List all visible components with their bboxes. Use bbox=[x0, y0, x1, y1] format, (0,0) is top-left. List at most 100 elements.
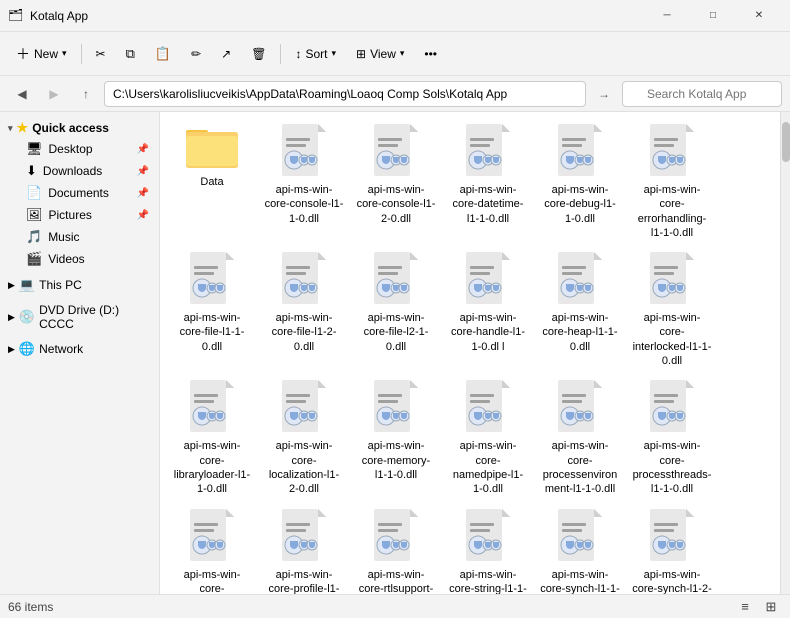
search-wrap: 🔍 bbox=[622, 81, 782, 107]
dll-file-icon bbox=[558, 509, 602, 564]
this-pc-icon: 💻 bbox=[19, 277, 35, 293]
file-name: api-ms-win-core-handle-l1-1-0.dl l bbox=[448, 311, 528, 354]
this-pc-text: This PC bbox=[39, 278, 82, 292]
cut-button[interactable]: ✂ bbox=[88, 43, 114, 65]
copy-button[interactable]: ⧉ bbox=[118, 42, 143, 66]
separator-1 bbox=[81, 44, 82, 64]
file-name: api-ms-win-core-processthreads-l1-1-1.dl… bbox=[172, 568, 252, 594]
sidebar-item-videos[interactable]: 🎬 Videos bbox=[2, 248, 157, 270]
minimize-button[interactable]: ─ bbox=[644, 0, 690, 32]
downloads-label: Downloads bbox=[43, 164, 102, 178]
file-item[interactable]: api-ms-win-core-debug-l1-1-0.dll bbox=[536, 120, 624, 244]
this-pc-chevron-icon: ▶ bbox=[8, 280, 15, 291]
quick-access-chevron-icon: ▾ bbox=[8, 123, 13, 134]
file-item[interactable]: api-ms-win-core-profile-l1-1-0.dll bbox=[260, 505, 348, 594]
app-icon: 🗂 bbox=[8, 8, 24, 24]
title-bar-title: Kotalq App bbox=[30, 9, 644, 23]
refresh-button[interactable]: → bbox=[590, 80, 618, 108]
new-label: New bbox=[34, 47, 58, 61]
file-item[interactable]: api-ms-win-core-synch-l1-1-0.dll bbox=[536, 505, 624, 594]
file-item[interactable]: api-ms-win-core-file-l1-1-0.dll bbox=[168, 248, 256, 372]
file-item[interactable]: api-ms-win-core-processthreads-l1-1-0.dl… bbox=[628, 376, 716, 500]
file-item[interactable]: api-ms-win-core-localization-l1-2-0.dll bbox=[260, 376, 348, 500]
file-name: api-ms-win-core-processenvironment-l1-1-… bbox=[540, 439, 620, 496]
up-button[interactable]: ↑ bbox=[72, 80, 100, 108]
file-name: api-ms-win-core-file-l1-1-0.dll bbox=[172, 311, 252, 354]
pictures-label: Pictures bbox=[49, 208, 92, 222]
dll-file-icon bbox=[374, 252, 418, 307]
dll-file-icon bbox=[650, 124, 694, 179]
file-name: api-ms-win-core-file-l2-1-0.dll bbox=[356, 311, 436, 354]
file-name: api-ms-win-core-console-l1-2-0.dll bbox=[356, 183, 436, 226]
file-item[interactable]: api-ms-win-core-console-l1-1-0.dll bbox=[260, 120, 348, 244]
sidebar-item-pictures[interactable]: 🖼 Pictures 📌 bbox=[2, 204, 157, 226]
close-button[interactable]: ✕ bbox=[736, 0, 782, 32]
file-item[interactable]: api-ms-win-core-processenvironment-l1-1-… bbox=[536, 376, 624, 500]
sidebar-item-music[interactable]: 🎵 Music bbox=[2, 226, 157, 248]
forward-button[interactable]: ▶ bbox=[40, 80, 68, 108]
dvd-text: DVD Drive (D:) CCCC bbox=[39, 303, 151, 331]
this-pc-label[interactable]: ▶ 💻 This PC bbox=[0, 274, 159, 296]
file-item[interactable]: api-ms-win-core-rtlsupport-l1-1-0.dll bbox=[352, 505, 440, 594]
file-name: api-ms-win-core-namedpipe-l1-1-0.dll bbox=[448, 439, 528, 496]
list-view-button[interactable]: ≡ bbox=[734, 596, 756, 618]
file-name: api-ms-win-core-console-l1-1-0.dll bbox=[264, 183, 344, 226]
file-item[interactable]: api-ms-win-core-synch-l1-2-0.dll bbox=[628, 505, 716, 594]
address-input[interactable] bbox=[104, 81, 586, 107]
dll-file-icon bbox=[558, 252, 602, 307]
share-button[interactable]: ↗ bbox=[213, 43, 239, 65]
sidebar-item-downloads[interactable]: ⬇ Downloads 📌 bbox=[2, 160, 157, 182]
sort-label: Sort bbox=[305, 47, 327, 61]
maximize-button[interactable]: □ bbox=[690, 0, 736, 32]
paste-icon: 📋 bbox=[155, 46, 171, 62]
file-name: api-ms-win-core-interlocked-l1-1-0.dll bbox=[632, 311, 712, 368]
file-name: api-ms-win-core-synch-l1-2-0.dll bbox=[632, 568, 712, 594]
paste-button[interactable]: 📋 bbox=[147, 42, 179, 66]
sidebar-item-desktop[interactable]: 🖥 Desktop 📌 bbox=[2, 138, 157, 160]
sort-button[interactable]: ↕ Sort ▾ bbox=[287, 43, 344, 65]
file-item[interactable]: api-ms-win-core-datetime-l1-1-0.dll bbox=[444, 120, 532, 244]
desktop-label: Desktop bbox=[49, 142, 93, 156]
tile-view-button[interactable]: ⊞ bbox=[760, 596, 782, 618]
file-item[interactable]: api-ms-win-core-handle-l1-1-0.dl l bbox=[444, 248, 532, 372]
network-label[interactable]: ▶ 🌐 Network bbox=[0, 338, 159, 360]
view-button[interactable]: ⊞ View ▾ bbox=[348, 43, 412, 65]
back-button[interactable]: ◀ bbox=[8, 80, 36, 108]
dll-file-icon bbox=[558, 124, 602, 179]
file-name: api-ms-win-core-file-l1-2-0.dll bbox=[264, 311, 344, 354]
file-item[interactable]: api-ms-win-core-string-l1-1-0.dll bbox=[444, 505, 532, 594]
network-section: ▶ 🌐 Network bbox=[0, 336, 159, 362]
search-input[interactable] bbox=[622, 81, 782, 107]
file-item[interactable]: api-ms-win-core-processthreads-l1-1-1.dl… bbox=[168, 505, 256, 594]
file-name: api-ms-win-core-string-l1-1-0.dll bbox=[448, 568, 528, 594]
file-item[interactable]: api-ms-win-core-errorhandling-l1-1-0.dll bbox=[628, 120, 716, 244]
new-chevron-icon: ▾ bbox=[62, 48, 67, 59]
file-item[interactable]: api-ms-win-core-namedpipe-l1-1-0.dll bbox=[444, 376, 532, 500]
new-button[interactable]: ＋ New ▾ bbox=[8, 40, 75, 68]
desktop-icon: 🖥 bbox=[26, 141, 43, 157]
more-button[interactable]: ••• bbox=[416, 43, 445, 65]
file-item[interactable]: api-ms-win-core-interlocked-l1-1-0.dll bbox=[628, 248, 716, 372]
dll-file-icon bbox=[466, 252, 510, 307]
sidebar-item-documents[interactable]: 📄 Documents 📌 bbox=[2, 182, 157, 204]
file-item[interactable]: api-ms-win-core-memory-l1-1-0.dll bbox=[352, 376, 440, 500]
file-item[interactable]: api-ms-win-core-file-l1-2-0.dll bbox=[260, 248, 348, 372]
main-layout: ▾ ★ Quick access 🖥 Desktop 📌 ⬇ Downloads… bbox=[0, 112, 790, 594]
file-name: api-ms-win-core-localization-l1-2-0.dll bbox=[264, 439, 344, 496]
quick-access-header[interactable]: ▾ ★ Quick access bbox=[0, 118, 159, 138]
dll-file-icon bbox=[374, 509, 418, 564]
dvd-icon: 💿 bbox=[19, 309, 35, 325]
file-item[interactable]: api-ms-win-core-file-l2-1-0.dll bbox=[352, 248, 440, 372]
rename-icon: ✏ bbox=[191, 47, 201, 61]
scrollbar-thumb[interactable] bbox=[782, 122, 790, 162]
downloads-icon: ⬇ bbox=[26, 163, 37, 179]
scrollbar[interactable] bbox=[780, 112, 790, 594]
rename-button[interactable]: ✏ bbox=[183, 43, 209, 65]
videos-label: Videos bbox=[48, 252, 84, 266]
dvd-drive-label[interactable]: ▶ 💿 DVD Drive (D:) CCCC bbox=[0, 300, 159, 334]
file-item[interactable]: Data bbox=[168, 120, 256, 244]
delete-button[interactable]: 🗑 bbox=[243, 43, 274, 65]
file-item[interactable]: api-ms-win-core-libraryloader-l1-1-0.dll bbox=[168, 376, 256, 500]
file-item[interactable]: api-ms-win-core-console-l1-2-0.dll bbox=[352, 120, 440, 244]
file-item[interactable]: api-ms-win-core-heap-l1-1-0.dll bbox=[536, 248, 624, 372]
